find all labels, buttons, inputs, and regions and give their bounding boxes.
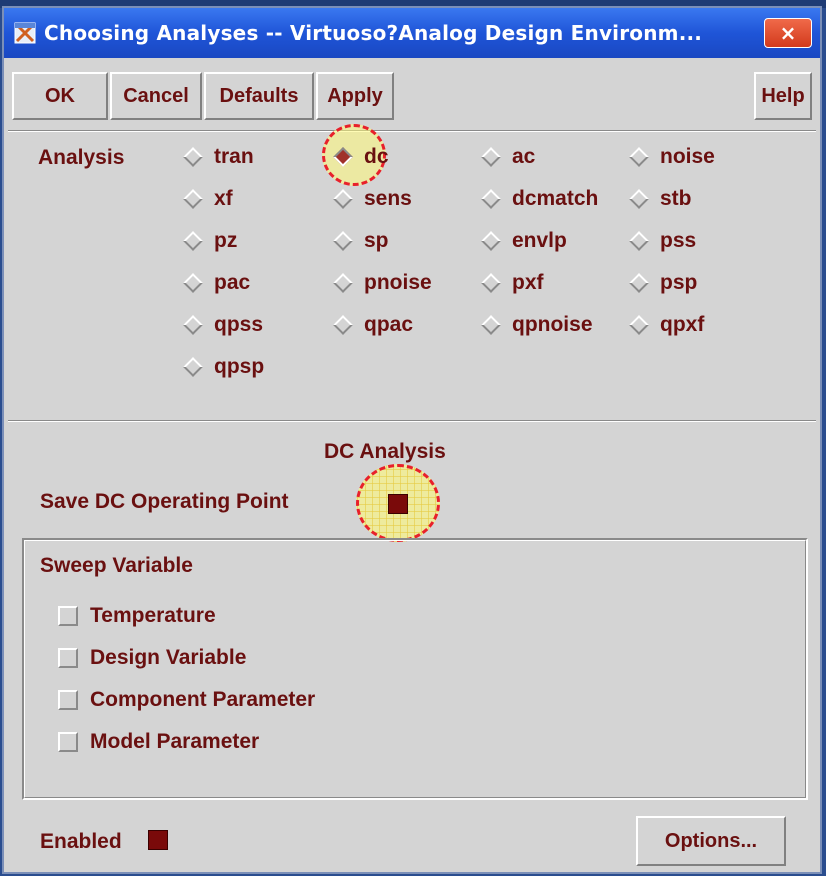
defaults-button[interactable]: Defaults	[204, 72, 314, 120]
enabled-label: Enabled	[40, 830, 122, 853]
radio-label: qpss	[214, 313, 264, 336]
radio-label: dcmatch	[512, 187, 599, 210]
radio-diamond-icon[interactable]	[183, 189, 203, 209]
radio-diamond-icon[interactable]	[481, 273, 501, 293]
options-button[interactable]: Options...	[636, 816, 786, 866]
radio-diamond-icon[interactable]	[333, 273, 353, 293]
radio-label: qpxf	[660, 313, 705, 336]
radio-qpnoise[interactable]: qpnoise	[478, 310, 593, 340]
radio-pnoise[interactable]: pnoise	[330, 268, 432, 298]
radio-label: pnoise	[364, 271, 432, 294]
title-bar[interactable]: Choosing Analyses -- Virtuoso?Analog Des…	[4, 8, 820, 58]
radio-label: pxf	[512, 271, 544, 294]
radio-diamond-icon[interactable]	[333, 231, 353, 251]
radio-label: ac	[512, 145, 536, 168]
radio-dc[interactable]: dc	[330, 142, 389, 172]
component-parameter-checkbox[interactable]	[58, 690, 78, 710]
radio-diamond-icon[interactable]	[629, 189, 649, 209]
radio-diamond-icon[interactable]	[183, 273, 203, 293]
radio-diamond-icon[interactable]	[629, 273, 649, 293]
radio-noise[interactable]: noise	[626, 142, 715, 172]
radio-label: pss	[660, 229, 697, 252]
window-title: Choosing Analyses -- Virtuoso?Analog Des…	[44, 21, 703, 45]
separator	[8, 130, 816, 132]
design-variable-label: Design Variable	[90, 646, 247, 669]
radio-psp[interactable]: psp	[626, 268, 697, 298]
radio-label: envlp	[512, 229, 567, 252]
radio-label: noise	[660, 145, 715, 168]
radio-label: dc	[364, 145, 389, 168]
radio-diamond-icon[interactable]	[481, 189, 501, 209]
radio-diamond-icon[interactable]	[629, 315, 649, 335]
radio-diamond-icon[interactable]	[481, 147, 501, 167]
radio-label: stb	[660, 187, 692, 210]
radio-pac[interactable]: pac	[180, 268, 250, 298]
model-parameter-checkbox[interactable]	[58, 732, 78, 752]
radio-label: qpnoise	[512, 313, 593, 336]
sweep-design-variable-option[interactable]: Design Variable	[58, 646, 246, 670]
radio-pz[interactable]: pz	[180, 226, 237, 256]
separator	[8, 420, 816, 422]
ok-button[interactable]: OK	[12, 72, 108, 120]
radio-diamond-icon[interactable]	[629, 231, 649, 251]
app-window-icon	[14, 22, 36, 44]
radio-diamond-icon[interactable]	[183, 357, 203, 377]
radio-label: xf	[214, 187, 233, 210]
choosing-analyses-dialog: Choosing Analyses -- Virtuoso?Analog Des…	[2, 6, 822, 874]
save-dc-op-checkbox[interactable]	[388, 494, 408, 514]
radio-qpss[interactable]: qpss	[180, 310, 263, 340]
design-variable-checkbox[interactable]	[58, 648, 78, 668]
cancel-button[interactable]: Cancel	[110, 72, 202, 120]
radio-qpsp[interactable]: qpsp	[180, 352, 264, 382]
close-icon: ×	[779, 21, 797, 45]
radio-diamond-icon[interactable]	[183, 147, 203, 167]
close-button[interactable]: ×	[764, 18, 812, 48]
sweep-temperature-option[interactable]: Temperature	[58, 604, 216, 628]
radio-diamond-icon[interactable]	[183, 315, 203, 335]
temperature-label: Temperature	[90, 604, 216, 627]
enabled-checkbox[interactable]	[148, 830, 168, 850]
sweep-component-parameter-option[interactable]: Component Parameter	[58, 688, 315, 712]
radio-label: pz	[214, 229, 238, 252]
component-parameter-label: Component Parameter	[90, 688, 316, 711]
radio-tran[interactable]: tran	[180, 142, 254, 172]
analysis-label: Analysis	[38, 146, 125, 169]
save-dc-op-label: Save DC Operating Point	[40, 490, 289, 513]
radio-diamond-icon[interactable]	[481, 315, 501, 335]
radio-diamond-icon[interactable]	[333, 189, 353, 209]
radio-diamond-icon[interactable]	[629, 147, 649, 167]
radio-diamond-icon[interactable]	[481, 231, 501, 251]
dc-analysis-title: DC Analysis	[324, 440, 446, 463]
button-bar: OK Cancel Defaults Apply Help	[12, 68, 812, 128]
apply-button[interactable]: Apply	[316, 72, 394, 120]
sweep-variable-title: Sweep Variable	[40, 554, 193, 577]
radio-label: sens	[364, 187, 412, 210]
radio-label: qpsp	[214, 355, 265, 378]
sweep-variable-group: Sweep Variable Temperature Design Variab…	[22, 538, 808, 800]
radio-diamond-icon[interactable]	[183, 231, 203, 251]
radio-stb[interactable]: stb	[626, 184, 692, 214]
radio-dcmatch[interactable]: dcmatch	[478, 184, 598, 214]
radio-ac[interactable]: ac	[478, 142, 535, 172]
radio-pxf[interactable]: pxf	[478, 268, 544, 298]
help-button[interactable]: Help	[754, 72, 812, 120]
radio-diamond-icon[interactable]	[333, 147, 353, 167]
radio-sp[interactable]: sp	[330, 226, 389, 256]
radio-label: psp	[660, 271, 698, 294]
radio-sens[interactable]: sens	[330, 184, 412, 214]
radio-label: pac	[214, 271, 251, 294]
radio-envlp[interactable]: envlp	[478, 226, 567, 256]
model-parameter-label: Model Parameter	[90, 730, 260, 753]
temperature-checkbox[interactable]	[58, 606, 78, 626]
radio-qpac[interactable]: qpac	[330, 310, 413, 340]
sweep-model-parameter-option[interactable]: Model Parameter	[58, 730, 259, 754]
radio-xf[interactable]: xf	[180, 184, 233, 214]
radio-qpxf[interactable]: qpxf	[626, 310, 704, 340]
radio-diamond-icon[interactable]	[333, 315, 353, 335]
radio-label: sp	[364, 229, 389, 252]
radio-label: qpac	[364, 313, 414, 336]
radio-pss[interactable]: pss	[626, 226, 696, 256]
radio-label: tran	[214, 145, 254, 168]
